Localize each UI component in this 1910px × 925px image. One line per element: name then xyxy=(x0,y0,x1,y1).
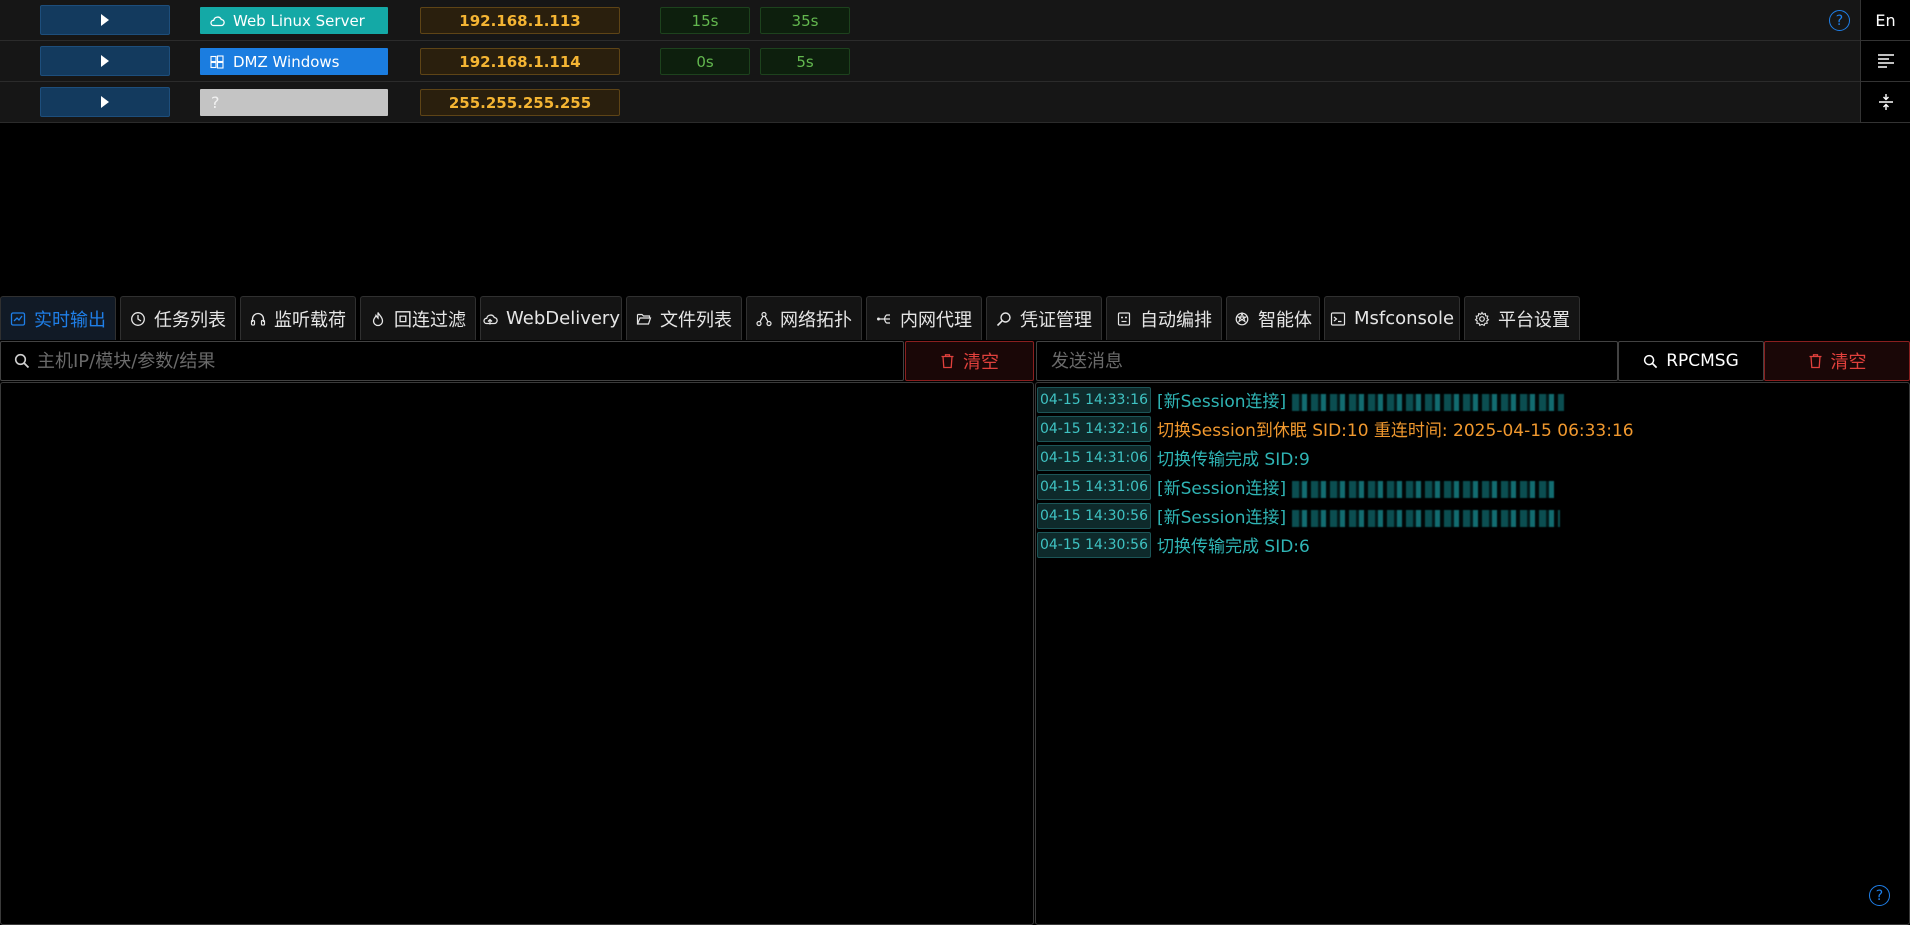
tab-web-delivery[interactable]: WebDelivery xyxy=(480,296,622,340)
log-message: [新Session连接] xyxy=(1157,474,1555,499)
tab-auto-orchestration[interactable]: 自动编排 xyxy=(1106,296,1222,340)
cloud-upload-icon xyxy=(483,313,498,324)
robot-icon xyxy=(1117,311,1131,326)
output-search-input[interactable] xyxy=(0,341,904,381)
host-name: DMZ Windows xyxy=(233,52,340,71)
tab-file-list[interactable]: 文件列表 xyxy=(626,296,742,340)
clock-icon xyxy=(131,311,145,326)
host-row[interactable]: Web Linux Server 192.168.1.113 15s 35s xyxy=(0,0,1860,41)
message-log-list: 04-15 14:33:16 [新Session连接] 04-15 14:32:… xyxy=(1036,385,1906,559)
heartbeat-time: 15s xyxy=(660,7,750,34)
folder-icon xyxy=(636,313,652,325)
log-message: 切换传输完成 SID:6 xyxy=(1157,537,1310,557)
play-icon xyxy=(101,55,109,67)
interval-time: 35s xyxy=(760,7,850,34)
heartbeat-time: 0s xyxy=(660,48,750,75)
realtime-output-icon xyxy=(10,311,26,326)
list-item: 04-15 14:30:56 [新Session连接] xyxy=(1036,501,1906,530)
send-message-input[interactable] xyxy=(1036,341,1618,381)
log-timestamp: 04-15 14:30:56 xyxy=(1037,502,1151,529)
tab-realtime-output[interactable]: 实时输出 xyxy=(0,296,116,340)
headphones-icon xyxy=(250,312,266,326)
host-name-tag[interactable]: ? xyxy=(200,89,388,116)
tab-platform-settings[interactable]: 平台设置 xyxy=(1464,296,1580,340)
log-message: [新Session连接] xyxy=(1157,387,1565,412)
list-item: 04-15 14:31:06 [新Session连接] xyxy=(1036,472,1906,501)
log-timestamp: 04-15 14:33:16 xyxy=(1037,386,1151,413)
host-name-tag[interactable]: Web Linux Server xyxy=(200,7,388,34)
list-item: 04-15 14:33:16 [新Session连接] xyxy=(1036,385,1906,414)
host-row[interactable]: DMZ Windows 192.168.1.114 0s 5s xyxy=(0,41,1860,82)
trash-icon xyxy=(941,354,954,369)
help-icon[interactable]: ? xyxy=(1869,885,1890,906)
windows-icon xyxy=(210,54,224,69)
list-item: 04-15 14:32:16 切换Session到休眠 SID:10 重连时间:… xyxy=(1036,414,1906,443)
log-message: 切换传输完成 SID:9 xyxy=(1157,450,1310,470)
host-ip: 192.168.1.114 xyxy=(420,48,620,75)
search-icon xyxy=(14,353,30,369)
realtime-output-panel[interactable] xyxy=(0,382,1034,925)
tab-credential-management[interactable]: 凭证管理 xyxy=(986,296,1102,340)
rpcmsg-button[interactable]: RPCMSG xyxy=(1618,341,1764,381)
expand-host-button[interactable] xyxy=(40,5,170,35)
tab-msfconsole[interactable]: Msfconsole xyxy=(1324,296,1460,340)
log-timestamp: 04-15 14:32:16 xyxy=(1037,415,1151,442)
align-left-icon xyxy=(1877,54,1894,68)
clear-output-button[interactable]: 清空 xyxy=(905,341,1034,381)
tab-network-topology[interactable]: 网络拓扑 xyxy=(746,296,862,340)
topology-icon xyxy=(756,311,772,326)
collapse-button[interactable] xyxy=(1860,82,1910,123)
tab-intranet-proxy[interactable]: 内网代理 xyxy=(866,296,982,340)
output-filter-bar: 清空 xyxy=(0,341,1034,381)
list-item: 04-15 14:31:06 切换传输完成 SID:9 xyxy=(1036,443,1906,472)
message-bar: RPCMSG 清空 xyxy=(1036,341,1910,381)
host-ip: 192.168.1.113 xyxy=(420,7,620,34)
proxy-icon xyxy=(877,313,890,324)
host-name: Web Linux Server xyxy=(233,11,365,30)
language-button[interactable]: En xyxy=(1860,0,1910,41)
redacted-text xyxy=(1292,393,1565,411)
trash-icon xyxy=(1809,354,1821,369)
search-icon xyxy=(1644,354,1658,368)
play-icon xyxy=(101,96,109,108)
key-search-icon xyxy=(996,311,1011,326)
message-log-panel[interactable]: 04-15 14:33:16 [新Session连接] 04-15 14:32:… xyxy=(1035,382,1910,925)
clear-messages-button[interactable]: 清空 xyxy=(1764,341,1910,381)
log-timestamp: 04-15 14:30:56 xyxy=(1037,531,1151,558)
cloud-icon xyxy=(210,15,225,26)
log-timestamp: 04-15 14:31:06 xyxy=(1037,444,1151,471)
right-toolbar: En xyxy=(1860,0,1910,123)
tab-agent[interactable]: 智能体 xyxy=(1226,296,1320,340)
align-left-button[interactable] xyxy=(1860,41,1910,82)
question-icon: ? xyxy=(211,93,220,112)
host-name-tag[interactable]: DMZ Windows xyxy=(200,48,388,75)
log-message: [新Session连接] xyxy=(1157,503,1561,528)
redacted-text xyxy=(1292,480,1555,498)
interval-time: 5s xyxy=(760,48,850,75)
log-timestamp: 04-15 14:31:06 xyxy=(1037,473,1151,500)
play-icon xyxy=(101,14,109,26)
help-icon[interactable]: ? xyxy=(1829,10,1850,31)
tab-bar: 实时输出 任务列表 监听载荷 回连过滤 WebDelivery 文件列表 网络拓… xyxy=(0,296,1910,340)
log-message: 切换Session到休眠 SID:10 重连时间: 2025-04-15 06:… xyxy=(1157,421,1634,441)
gear-icon xyxy=(1474,311,1490,326)
expand-host-button[interactable] xyxy=(40,46,170,76)
terminal-icon xyxy=(1330,311,1346,326)
host-row[interactable]: ? 255.255.255.255 xyxy=(0,82,1860,123)
host-list: Web Linux Server 192.168.1.113 15s 35s D… xyxy=(0,0,1860,123)
tab-task-list[interactable]: 任务列表 xyxy=(120,296,236,340)
host-ip: 255.255.255.255 xyxy=(420,89,620,116)
flame-icon xyxy=(372,311,384,326)
tab-listener-payload[interactable]: 监听载荷 xyxy=(240,296,356,340)
list-item: 04-15 14:30:56 切换传输完成 SID:6 xyxy=(1036,530,1906,559)
collapse-vertical-icon xyxy=(1878,94,1893,110)
tab-callback-filter[interactable]: 回连过滤 xyxy=(360,296,476,340)
openai-icon xyxy=(1235,311,1249,325)
expand-host-button[interactable] xyxy=(40,87,170,117)
redacted-text xyxy=(1292,509,1561,527)
